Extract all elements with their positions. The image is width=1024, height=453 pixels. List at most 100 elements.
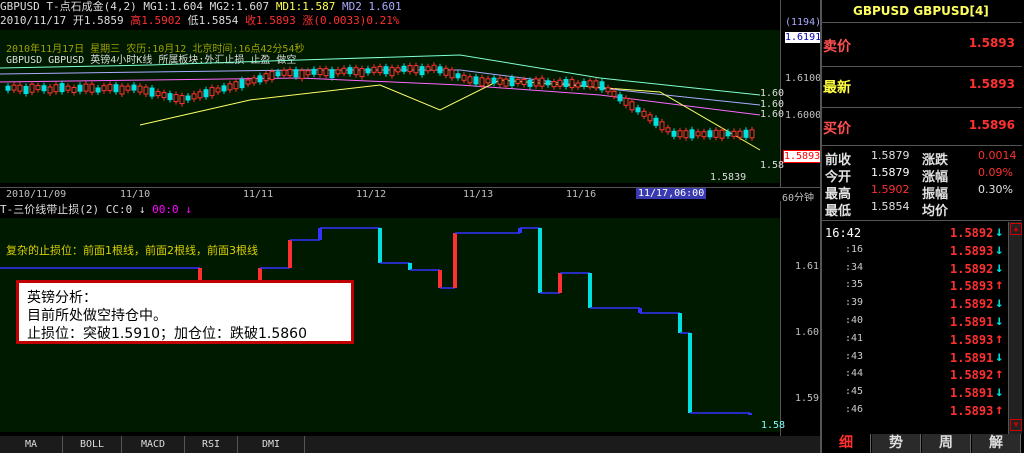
date-label: 11/16 (566, 189, 597, 200)
main-chart-panel[interactable]: 2010年11月17日 星期三 农历:10月12 北京时间:16点42分54秒 … (0, 30, 780, 183)
quote-tab[interactable]: 解 (972, 434, 1021, 453)
candle-body (107, 84, 113, 92)
candle-body (245, 79, 251, 85)
tick-time: :41 (845, 332, 864, 344)
stat-label: 最低 (825, 204, 852, 219)
candle-body (389, 67, 395, 77)
candle-body (719, 129, 725, 139)
break-bar (538, 228, 542, 293)
candle-body (299, 70, 305, 80)
candle-body (269, 71, 275, 81)
main-price-scale: (1194) 1.6191 1.6100 1.6000 1.5893 (780, 0, 822, 187)
date-axis: 2010/11/09 11/10 11/11 11/12 11/13 11/16… (0, 187, 820, 204)
tab-dmi[interactable]: DMI (238, 436, 305, 453)
candle-body (641, 110, 647, 117)
tick-price: 1.5893 (950, 243, 994, 258)
candle-body (437, 66, 443, 74)
candle-body (347, 67, 353, 75)
tick-time: :45 (845, 386, 864, 398)
tick-row: :39 1.5892 ↓ (823, 295, 1021, 313)
candle-body (179, 95, 185, 105)
candle-body (395, 67, 401, 73)
candle-body (431, 64, 437, 71)
candle-body (473, 76, 479, 85)
tick-price: 1.5892 (950, 226, 994, 240)
candle-body (11, 84, 17, 91)
candle-body (95, 87, 101, 93)
tab-ma[interactable]: MA (0, 436, 63, 453)
candle-body (671, 130, 677, 137)
candle-body (77, 84, 83, 92)
tab-rsi[interactable]: RSI (185, 436, 238, 453)
stat-value: 1.5854 (871, 200, 910, 213)
buy-label: 买价 (823, 121, 851, 137)
quote-tab[interactable]: 细 (822, 434, 871, 453)
buy-row: 买价 1.5896 (823, 118, 1021, 138)
break-bar (408, 263, 412, 270)
candle-body (89, 83, 95, 93)
candle-body (653, 117, 659, 126)
sell-row: 卖价 1.5893 (823, 36, 1021, 56)
ma4-value: MD2 1.601 (342, 0, 402, 13)
tick-price: 1.5892 (950, 368, 994, 383)
candle-body (119, 85, 125, 95)
arrow-down-icon: ↓ (995, 384, 1004, 401)
candle-body (149, 87, 155, 97)
candle-body (311, 68, 317, 75)
price-info-line: 2010/11/17 开1.5859 高1.5902 低1.5854 收1.58… (0, 14, 399, 28)
candle-body (509, 77, 515, 87)
candle-body (17, 84, 23, 92)
divider (822, 145, 1022, 146)
tick-time: :40 (845, 315, 864, 326)
candle-body (545, 80, 551, 86)
tick-row: :40 1.5891 ↓ (823, 313, 1021, 331)
candle-body (575, 82, 581, 88)
candle-body (191, 93, 197, 100)
candle-body (725, 131, 731, 137)
candle-body (401, 65, 407, 72)
break-bar (438, 270, 442, 288)
price-tick: 1.6000 (785, 110, 822, 121)
tick-time: :44 (845, 368, 864, 380)
candle-body (23, 86, 29, 94)
scroll-down-icon[interactable]: ▼ (1010, 419, 1022, 431)
candle-body (263, 73, 269, 82)
candle-body (329, 69, 335, 79)
right-label: 1.58 (760, 160, 785, 171)
tick-scrollbar[interactable]: ▲ ▼ (1008, 222, 1022, 434)
candle-body (419, 66, 425, 76)
candle-body (305, 70, 311, 76)
break-bar (453, 233, 457, 288)
tab-macd[interactable]: MACD (122, 436, 185, 453)
stat-value: 0.0014 (978, 149, 1017, 162)
candle-body (521, 79, 527, 85)
tick-row: 16:42 1.5892 ↓ (823, 224, 1021, 242)
date-label: 11/13 (463, 189, 494, 200)
candle-body (659, 121, 665, 131)
close-value: 收1.5893 (244, 14, 296, 27)
candle-body (647, 114, 653, 122)
candle-body (455, 73, 461, 79)
candle-body (185, 95, 191, 101)
divider (822, 66, 1022, 67)
candle-body (287, 69, 293, 77)
candle-body (617, 94, 623, 102)
candle-body (215, 87, 221, 93)
quote-tab[interactable]: 势 (872, 434, 921, 453)
candle-body (533, 78, 539, 87)
arrow-up-icon: ↑ (995, 277, 1004, 294)
candle-body (515, 78, 521, 84)
stat-label: 均价 (922, 204, 949, 219)
scroll-up-icon[interactable]: ▲ (1010, 223, 1022, 235)
candle-body (101, 85, 107, 92)
candle-body (623, 97, 629, 106)
tab-bar-fill (305, 436, 820, 453)
candle-body (83, 83, 89, 92)
tab-boll[interactable]: BOLL (63, 436, 122, 453)
sell-value: 1.5893 (968, 36, 1015, 50)
candle-body (221, 85, 227, 92)
candle-body (197, 91, 203, 99)
quote-tab[interactable]: 周 (922, 434, 971, 453)
arrow-down-icon: ↓ (995, 313, 1004, 329)
candle-body (503, 78, 509, 87)
